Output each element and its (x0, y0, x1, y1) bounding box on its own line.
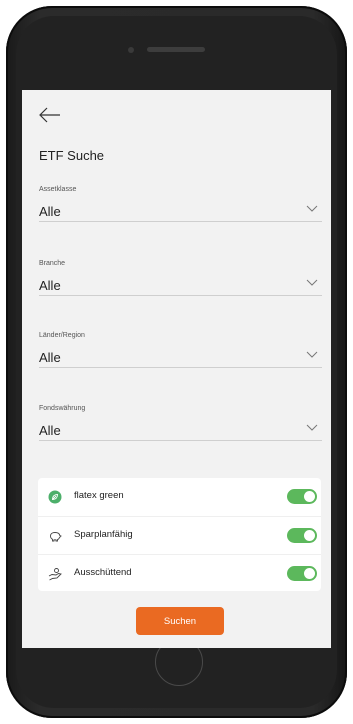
field-row[interactable]: Alle (39, 349, 322, 368)
piggy-bank-icon (50, 532, 62, 542)
filter-toggle-card: flatex green Sparplanfähig Ausschüttend (38, 478, 321, 591)
chevron-down-icon (306, 351, 318, 358)
earpiece-speaker (147, 47, 205, 52)
leaf-icon (48, 490, 62, 504)
toggle-label: Ausschüttend (74, 567, 132, 578)
toggle-row-sparplanfaehig[interactable]: Sparplanfähig (38, 516, 321, 554)
toggle-knob (304, 530, 315, 541)
toggle-switch[interactable] (287, 566, 317, 581)
field-label: Assetklasse (39, 186, 77, 193)
toggle-row-ausschuettend[interactable]: Ausschüttend (38, 554, 321, 592)
toggle-label: Sparplanfähig (74, 529, 133, 540)
app-screen: ETF Suche Assetklasse Alle Branche Alle … (22, 90, 331, 648)
field-value: Alle (39, 350, 61, 365)
search-button[interactable]: Suchen (136, 607, 224, 635)
field-row[interactable]: Alle (39, 277, 322, 296)
field-label: Fondswährung (39, 405, 86, 412)
field-label: Länder/Region (39, 332, 85, 339)
fondswaehrung-select[interactable]: Fondswährung Alle (39, 405, 322, 441)
toggle-switch[interactable] (287, 489, 317, 504)
back-arrow-icon[interactable] (38, 106, 62, 124)
toggle-label: flatex green (74, 490, 124, 501)
field-row[interactable]: Alle (39, 422, 322, 441)
toggle-row-flatex-green[interactable]: flatex green (38, 478, 321, 515)
field-label: Branche (39, 260, 66, 267)
branche-select[interactable]: Branche Alle (39, 260, 322, 296)
toggle-knob (304, 568, 315, 579)
field-row[interactable]: Alle (39, 203, 322, 222)
toggle-knob (304, 491, 315, 502)
assetklasse-select[interactable]: Assetklasse Alle (39, 186, 322, 222)
page-title: ETF Suche (39, 148, 105, 163)
chevron-down-icon (306, 279, 318, 286)
field-value: Alle (39, 278, 61, 293)
hand-coin-icon (48, 568, 62, 581)
front-camera (128, 47, 134, 53)
toggle-switch[interactable] (287, 528, 317, 543)
chevron-down-icon (306, 205, 318, 212)
field-value: Alle (39, 423, 61, 438)
field-value: Alle (39, 204, 61, 219)
laender-region-select[interactable]: Länder/Region Alle (39, 332, 322, 368)
chevron-down-icon (306, 424, 318, 431)
